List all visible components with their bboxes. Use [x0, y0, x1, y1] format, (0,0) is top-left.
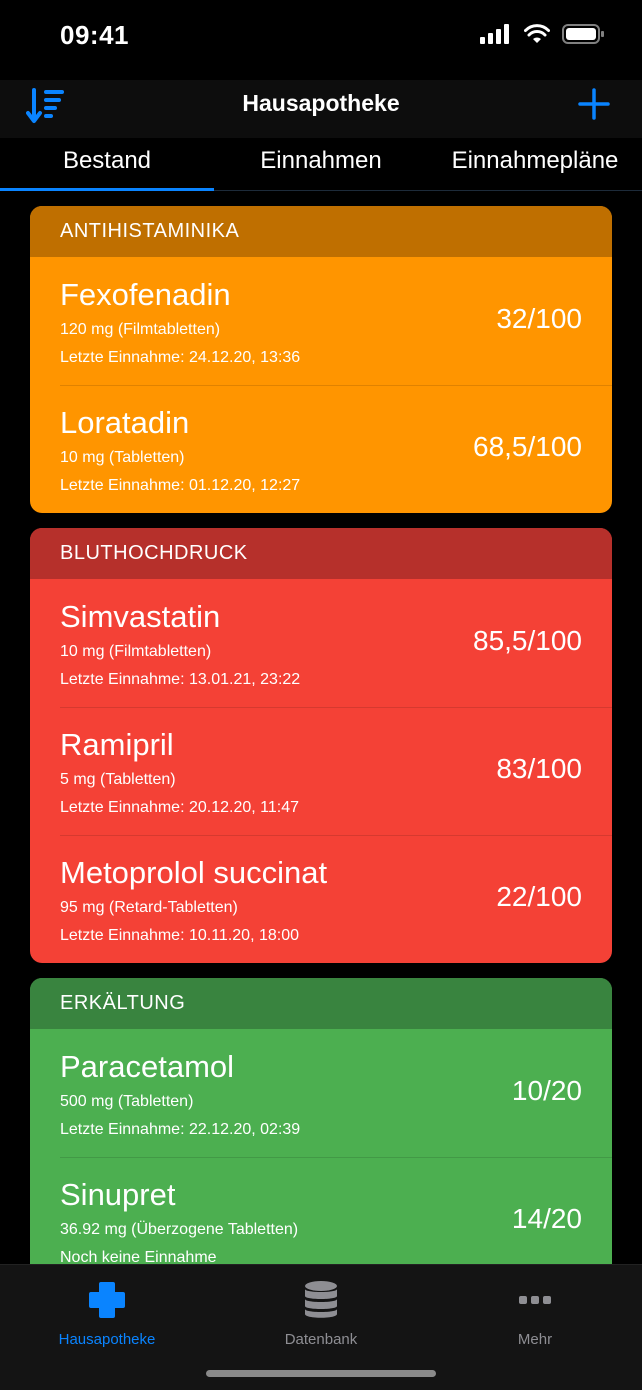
medication-name: Metoprolol succinat — [60, 855, 328, 890]
tab-bestand[interactable]: Bestand — [0, 138, 214, 188]
medication-name: Paracetamol — [60, 1049, 235, 1084]
battery-icon — [562, 24, 604, 44]
section-header: ERKÄLTUNG — [30, 978, 612, 1029]
section-header: BLUTHOCHDRUCK — [30, 528, 612, 579]
cellular-signal-icon — [480, 24, 509, 44]
medication-row[interactable]: Paracetamol 500 mg (Tabletten) Letzte Ei… — [30, 1029, 612, 1157]
medication-row[interactable]: Ramipril 5 mg (Tabletten) Letzte Einnahm… — [30, 707, 612, 835]
segment-tabs: Bestand Einnahmen Einnahmepläne — [0, 138, 642, 191]
section-erkaeltung: ERKÄLTUNG Paracetamol 500 mg (Tabletten)… — [30, 978, 612, 1264]
medication-stock: 85,5/100 — [473, 625, 582, 656]
medical-cross-icon — [89, 1282, 125, 1318]
medication-last-intake: Letzte Einnahme: 22.12.20, 02:39 — [60, 1121, 301, 1138]
plus-icon — [578, 88, 610, 120]
status-icons — [480, 24, 604, 44]
medication-dose: 10 mg (Filmtabletten) — [60, 643, 212, 660]
page-title: Hausapotheke — [242, 90, 400, 116]
medication-dose: 36.92 mg (Überzogene Tabletten) — [60, 1221, 299, 1238]
medication-stock: 83/100 — [496, 753, 582, 784]
tabbar-label: Mehr — [517, 1331, 553, 1348]
tabbar-label: Datenbank — [284, 1331, 358, 1348]
medication-last-intake: Letzte Einnahme: 01.12.20, 12:27 — [60, 477, 301, 494]
tab-einnahmen[interactable]: Einnahmen — [214, 138, 428, 188]
medication-list[interactable]: ANTIHISTAMINIKA Fexofenadin 120 mg (Film… — [0, 190, 642, 1264]
medication-dose: 120 mg (Filmtabletten) — [60, 321, 221, 338]
medication-dose: 95 mg (Retard-Tabletten) — [60, 899, 238, 916]
status-bar: 09:41 — [0, 0, 642, 80]
medication-name: Ramipril — [60, 727, 174, 762]
medication-name: Sinupret — [60, 1177, 176, 1212]
medication-dose: 500 mg (Tabletten) — [60, 1093, 194, 1110]
status-time: 09:41 — [60, 20, 129, 50]
medication-last-intake: Letzte Einnahme: 20.12.20, 11:47 — [60, 799, 299, 816]
medication-stock: 10/20 — [511, 1075, 582, 1106]
medication-last-intake: Letzte Einnahme: 10.11.20, 18:00 — [60, 927, 299, 944]
medication-row[interactable]: Loratadin 10 mg (Tabletten) Letzte Einna… — [30, 385, 612, 513]
tabbar-item-datenbank[interactable]: Datenbank — [214, 1279, 428, 1348]
medication-row[interactable]: Sinupret 36.92 mg (Überzogene Tabletten)… — [30, 1157, 612, 1264]
home-indicator[interactable] — [206, 1370, 436, 1377]
database-icon — [305, 1281, 337, 1318]
medication-row[interactable]: Simvastatin 10 mg (Filmtabletten) Letzte… — [30, 579, 612, 707]
medication-stock: 22/100 — [496, 881, 582, 912]
medication-stock: 14/20 — [511, 1203, 582, 1234]
medication-dose: 10 mg (Tabletten) — [60, 449, 185, 466]
medication-stock: 68,5/100 — [473, 431, 582, 462]
medication-name: Simvastatin — [60, 599, 221, 634]
medication-last-intake: Letzte Einnahme: 13.01.21, 23:22 — [60, 671, 301, 688]
section-antihistaminika: ANTIHISTAMINIKA Fexofenadin 120 mg (Film… — [30, 206, 612, 513]
medication-last-intake: Noch keine Einnahme — [60, 1249, 217, 1264]
tab-einnahmeplaene[interactable]: Einnahmepläne — [428, 138, 642, 188]
medication-row[interactable]: Metoprolol succinat 95 mg (Retard-Tablet… — [30, 835, 612, 963]
medication-name: Fexofenadin — [60, 277, 231, 312]
section-bluthochdruck: BLUTHOCHDRUCK Simvastatin 10 mg (Filmtab… — [30, 528, 612, 963]
more-dots-icon — [519, 1296, 551, 1304]
tabbar-item-hausapotheke[interactable]: Hausapotheke — [0, 1279, 214, 1348]
tabbar-item-mehr[interactable]: Mehr — [428, 1279, 642, 1348]
add-medication-button[interactable] — [576, 86, 612, 122]
medication-stock: 32/100 — [496, 303, 582, 334]
section-header: ANTIHISTAMINIKA — [30, 206, 612, 257]
medication-row[interactable]: Fexofenadin 120 mg (Filmtabletten) Letzt… — [30, 257, 612, 385]
medication-name: Loratadin — [60, 405, 190, 440]
medication-last-intake: Letzte Einnahme: 24.12.20, 13:36 — [60, 349, 301, 366]
tabbar-label: Hausapotheke — [58, 1331, 156, 1348]
navigation-bar: Hausapotheke — [0, 80, 642, 138]
wifi-icon — [524, 24, 550, 43]
medication-dose: 5 mg (Tabletten) — [60, 771, 176, 788]
